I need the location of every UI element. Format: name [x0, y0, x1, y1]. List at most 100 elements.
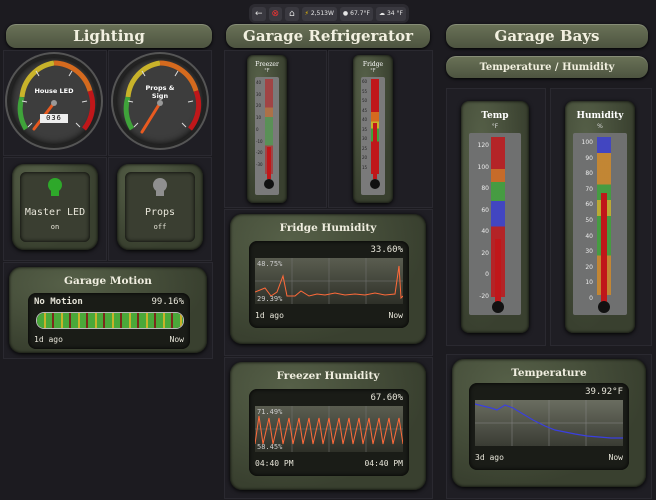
freezer-humidity-min: 58.45% [257, 443, 283, 451]
fridge-tick: 15 [362, 164, 368, 170]
fridge-humidity-display: 33.60% 48.75% 29.39% 1d ago Now [249, 241, 409, 328]
freezer-ticks: 40 30 20 10 0 -10 -20 -30 [256, 77, 263, 171]
freezer-tick: -20 [256, 150, 263, 156]
bays-temp-tick: 100 [477, 163, 489, 171]
master-led-button[interactable]: Master LED on [20, 172, 90, 242]
fridge-humidity-end: Now [388, 311, 403, 320]
bays-humidity-tick: 10 [585, 279, 593, 287]
motion-percent: 99.16% [151, 297, 184, 307]
house-led-odometer: 036 [40, 114, 68, 123]
props-sign-gauge: Props & Sign [116, 57, 204, 145]
bays-temp-card[interactable]: Temp °F 120 100 80 60 40 20 0 -20 [446, 88, 546, 346]
fridge-humidity-graph: 48.75% 29.39% [254, 258, 404, 304]
bulb-base [51, 191, 59, 196]
master-led-label: Master LED [24, 207, 86, 218]
bays-temp-tick: -20 [479, 292, 489, 300]
fridge-humidity-title: Fridge Humidity [279, 222, 377, 234]
power-chip[interactable]: ⚡ 2,513W [301, 6, 337, 21]
freezer-humidity-current: 67.60% [370, 393, 403, 403]
freezer-mercury [267, 147, 271, 179]
bays-temp-tick: 40 [481, 228, 489, 235]
master-led-state: on [50, 223, 60, 231]
fridge-ticks: 60 55 50 45 40 35 30 25 20 15 [362, 77, 367, 172]
bays-temp-mercury [495, 239, 501, 303]
props-card[interactable]: Props off [108, 157, 212, 261]
bays-humidity-bulb [598, 301, 610, 313]
bolt-icon: ⚡ [304, 10, 309, 17]
freezer-therm-tube: 40 30 20 10 0 -10 -20 -30 [255, 77, 279, 195]
freezer-humidity-plate: Freezer Humidity 67.60% 71.49% 58.45% 04… [230, 362, 426, 490]
bays-temp-tick: 60 [481, 206, 489, 214]
bays-humidity-tick: 20 [585, 263, 593, 271]
bays-temp-tick: 0 [485, 271, 489, 278]
bays-humidity-tick: 90 [585, 154, 593, 162]
fridge-humidity-start: 1d ago [255, 311, 284, 320]
bulb-on-icon [48, 178, 62, 192]
bays-temperature-card[interactable]: Temperature 39.92°F 3d ago Now [446, 354, 652, 499]
bays-humidity-tick: 60 [585, 201, 593, 209]
bulb-off-icon [153, 178, 167, 192]
props-plate: Props off [117, 164, 203, 250]
freezer-tick: 0 [256, 126, 259, 132]
top-toolbar: ← ⊗ ⌂ ⚡ 2,513W ● 67.7°F ☁ 34 °F [249, 4, 409, 23]
bays-humidity-card[interactable]: Humidity % 100 90 80 70 60 50 40 30 20 1… [550, 88, 652, 346]
garage-motion-plate: Garage Motion No Motion 99.16% 1d ago No… [9, 267, 207, 353]
fridge-tick: 35 [362, 126, 368, 132]
freezer-therm-plate: Freezer °F 40 30 20 10 0 -10 -20 -30 [247, 55, 287, 203]
garage-motion-display: No Motion 99.16% 1d ago Now [28, 293, 190, 349]
bays-temperature-start: 3d ago [475, 453, 504, 462]
props-sign-gauge-card[interactable]: Props & Sign [108, 50, 212, 156]
bays-temp-tick: 120 [477, 142, 489, 149]
bays-humidity-tick: 30 [585, 248, 593, 256]
house-led-gauge: House LED 036 [10, 57, 98, 145]
freezer-humidity-start: 04:40 PM [255, 459, 294, 468]
motion-bar [37, 313, 183, 328]
fridge-tick: 55 [362, 88, 368, 94]
house-led-gauge-card[interactable]: House LED 036 [3, 50, 107, 156]
props-sign-label-2: Sign [151, 92, 169, 100]
home-button[interactable]: ⌂ [285, 6, 299, 21]
bays-temperature-graph [474, 400, 623, 446]
motion-end: Now [169, 335, 184, 344]
bulb-base-off [156, 191, 164, 196]
garage-motion-title: Garage Motion [64, 275, 152, 287]
freezer-humidity-card[interactable]: Freezer Humidity 67.60% 71.49% 58.45% 04… [224, 357, 433, 499]
fridge-thermometer-card[interactable]: Fridge °F 60 55 50 45 40 35 30 25 20 15 [328, 50, 433, 208]
bays-humidity-label: Humidity [576, 111, 624, 121]
bays-header-text: Garage Bays [494, 27, 600, 45]
back-button[interactable]: ← [252, 6, 266, 21]
freezer-thermometer-card[interactable]: Freezer °F 40 30 20 10 0 -10 -20 -30 [224, 50, 327, 208]
garage-motion-card[interactable]: Garage Motion No Motion 99.16% 1d ago No… [3, 262, 213, 359]
bays-temp-ticks: 120 100 80 60 40 20 0 -20 [471, 135, 489, 307]
master-led-card[interactable]: Master LED on [3, 157, 107, 261]
cloud-temp-chip[interactable]: ☁ 34 °F [375, 6, 406, 21]
motion-status: No Motion [34, 297, 83, 307]
freezer-tick: -10 [256, 138, 263, 144]
bays-temperature-title: Temperature [511, 367, 587, 379]
fridge-therm-tube: 60 55 50 45 40 35 30 25 20 15 [361, 77, 385, 195]
bays-humidity-tick: 70 [585, 185, 593, 193]
power-value: 2,513W [310, 10, 334, 17]
stop-button[interactable]: ⊗ [268, 6, 283, 21]
freezer-humidity-end: 04:40 PM [364, 459, 403, 468]
props-button[interactable]: Props off [125, 172, 195, 242]
bays-temperature-end: Now [608, 453, 623, 462]
bays-humidity-tick: 0 [589, 294, 593, 302]
bays-temperature-plate: Temperature 39.92°F 3d ago Now [452, 359, 646, 487]
cloud-icon: ☁ [378, 10, 385, 17]
fridge-humidity-plate: Fridge Humidity 33.60% 48.75% 29.39% 1d … [230, 214, 426, 344]
freezer-tick: 30 [256, 91, 262, 97]
props-state: off [153, 223, 167, 231]
lighting-header: Lighting [6, 24, 212, 48]
freezer-therm-unit: °F [264, 68, 270, 74]
fridge-humidity-min: 29.39% [257, 295, 283, 303]
freezer-humidity-graph: 71.49% 58.45% [254, 406, 404, 452]
freezer-humidity-title: Freezer Humidity [276, 370, 380, 382]
bays-temp-plate: Temp °F 120 100 80 60 40 20 0 -20 [461, 101, 529, 333]
fridge-humidity-card[interactable]: Fridge Humidity 33.60% 48.75% 29.39% 1d … [224, 209, 433, 356]
master-led-plate: Master LED on [12, 164, 98, 250]
fridge-header: Garage Refrigerator [226, 24, 430, 48]
outdoor-temp-chip[interactable]: ● 67.7°F [339, 6, 373, 21]
bays-temp-tube: 120 100 80 60 40 20 0 -20 [469, 133, 521, 315]
bays-temp-bulb [492, 301, 504, 313]
